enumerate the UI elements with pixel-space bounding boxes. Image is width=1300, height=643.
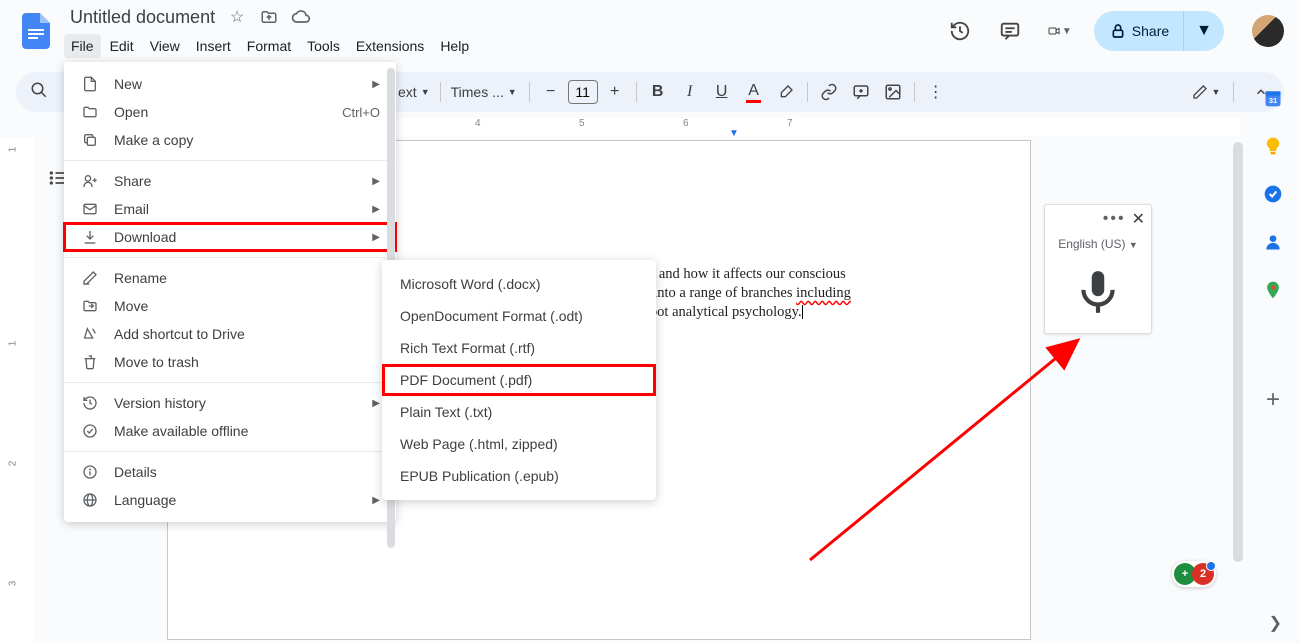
decrease-font-icon[interactable]: − (536, 78, 566, 106)
add-on-plus-icon[interactable]: + (1266, 386, 1280, 414)
add-comment-button[interactable] (846, 78, 876, 106)
styles-select[interactable]: ext▼ (394, 84, 434, 100)
search-menus-icon[interactable] (24, 75, 54, 110)
folder-icon (80, 104, 100, 120)
insert-link-button[interactable] (814, 78, 844, 106)
font-size-input[interactable]: 11 (568, 80, 598, 104)
share-dropdown-icon[interactable]: ▼ (1183, 11, 1224, 51)
side-panel: 31 + ❯ (1246, 74, 1300, 643)
badge-count: 2 (1192, 563, 1214, 585)
download-icon (80, 229, 100, 245)
docs-logo-icon[interactable] (16, 11, 56, 51)
insert-image-button[interactable] (878, 78, 908, 106)
history-icon[interactable] (948, 19, 972, 43)
font-select[interactable]: Times ...▼ (447, 84, 523, 100)
voice-typing-panel: ••• ✕ English (US) ▼ (1044, 204, 1152, 334)
menu-new[interactable]: New ▶ (64, 70, 396, 98)
download-html[interactable]: Web Page (.html, zipped) (382, 428, 656, 460)
menu-add-shortcut[interactable]: Add shortcut to Drive (64, 320, 396, 348)
voice-language-select[interactable]: English (US) ▼ (1045, 233, 1151, 255)
calendar-app-icon[interactable]: 31 (1263, 88, 1283, 108)
hide-sidepanel-icon[interactable]: ❯ (1269, 613, 1282, 633)
move-folder-icon[interactable] (257, 5, 281, 29)
menu-format[interactable]: Format (240, 34, 298, 58)
italic-button[interactable]: I (675, 78, 705, 106)
menu-insert[interactable]: Insert (189, 34, 238, 58)
download-submenu: Microsoft Word (.docx) OpenDocument Form… (382, 260, 656, 500)
offline-icon (80, 423, 100, 439)
vertical-ruler: 1 1 2 3 (0, 138, 34, 643)
more-toolbar-icon[interactable]: ⋮ (921, 78, 951, 106)
menu-extensions[interactable]: Extensions (349, 34, 431, 58)
menu-tools[interactable]: Tools (300, 34, 347, 58)
text-color-button[interactable]: A (739, 78, 769, 106)
editing-mode-button[interactable]: ▼ (1191, 78, 1221, 106)
info-icon (80, 464, 100, 480)
svg-text:31: 31 (1269, 96, 1277, 105)
menu-language[interactable]: Language ▶ (64, 486, 396, 514)
maps-app-icon[interactable] (1263, 280, 1283, 300)
menu-edit[interactable]: Edit (103, 34, 141, 58)
menu-share[interactable]: Share ▶ (64, 167, 396, 195)
star-icon[interactable]: ☆ (225, 5, 249, 29)
submenu-arrow-icon: ▶ (372, 79, 380, 90)
share-button[interactable]: Share ▼ (1094, 11, 1224, 51)
account-avatar[interactable] (1252, 15, 1284, 47)
menu-view[interactable]: View (143, 34, 187, 58)
voice-close-icon[interactable]: ✕ (1132, 209, 1145, 229)
new-doc-icon (80, 76, 100, 92)
menu-download[interactable]: Download ▶ (64, 223, 396, 251)
underline-button[interactable]: U (707, 78, 737, 106)
download-epub[interactable]: EPUB Publication (.epub) (382, 460, 656, 492)
submenu-arrow-icon: ▶ (372, 176, 380, 187)
menu-rename[interactable]: Rename (64, 264, 396, 292)
menu-open[interactable]: Open Ctrl+O (64, 98, 396, 126)
menu-details[interactable]: Details (64, 458, 396, 486)
increase-font-icon[interactable]: + (600, 78, 630, 106)
download-pdf[interactable]: PDF Document (.pdf) (382, 364, 656, 396)
menu-move[interactable]: Move (64, 292, 396, 320)
rename-icon (80, 270, 100, 286)
submenu-arrow-icon: ▶ (372, 204, 380, 215)
tasks-app-icon[interactable] (1263, 184, 1283, 204)
submenu-arrow-icon: ▶ (372, 495, 380, 506)
share-person-icon (80, 173, 100, 189)
copy-icon (80, 132, 100, 148)
move-icon (80, 298, 100, 314)
download-docx[interactable]: Microsoft Word (.docx) (382, 268, 656, 300)
trash-icon (80, 354, 100, 370)
menu-email[interactable]: Email ▶ (64, 195, 396, 223)
cloud-saved-icon[interactable] (289, 5, 313, 29)
comments-icon[interactable] (998, 19, 1022, 43)
drive-shortcut-icon (80, 326, 100, 342)
menu-move-to-trash[interactable]: Move to trash (64, 348, 396, 376)
menu-help[interactable]: Help (433, 34, 476, 58)
globe-icon (80, 492, 100, 508)
voice-more-icon[interactable]: ••• (1103, 210, 1126, 228)
download-txt[interactable]: Plain Text (.txt) (382, 396, 656, 428)
menu-file[interactable]: File (64, 34, 101, 58)
keep-app-icon[interactable] (1263, 136, 1283, 156)
meet-icon[interactable]: ▼ (1048, 19, 1072, 43)
menu-make-copy[interactable]: Make a copy (64, 126, 396, 154)
submenu-arrow-icon: ▶ (372, 398, 380, 409)
share-label: Share (1132, 23, 1169, 39)
voice-mic-button[interactable] (1045, 255, 1151, 333)
grammar-badge[interactable]: + 2 (1172, 561, 1216, 587)
download-rtf[interactable]: Rich Text Format (.rtf) (382, 332, 656, 364)
submenu-arrow-icon: ▶ (372, 232, 380, 243)
contacts-app-icon[interactable] (1263, 232, 1283, 252)
history-icon (80, 395, 100, 411)
menu-version-history[interactable]: Version history ▶ (64, 389, 396, 417)
document-title[interactable]: Untitled document (64, 5, 221, 30)
page-scrollbar[interactable] (1232, 138, 1244, 568)
email-icon (80, 201, 100, 217)
highlight-button[interactable] (771, 78, 801, 106)
menu-offline[interactable]: Make available offline (64, 417, 396, 445)
bold-button[interactable]: B (643, 78, 673, 106)
download-odt[interactable]: OpenDocument Format (.odt) (382, 300, 656, 332)
file-menu-dropdown: New ▶ Open Ctrl+O Make a copy Share ▶ Em… (64, 62, 396, 522)
